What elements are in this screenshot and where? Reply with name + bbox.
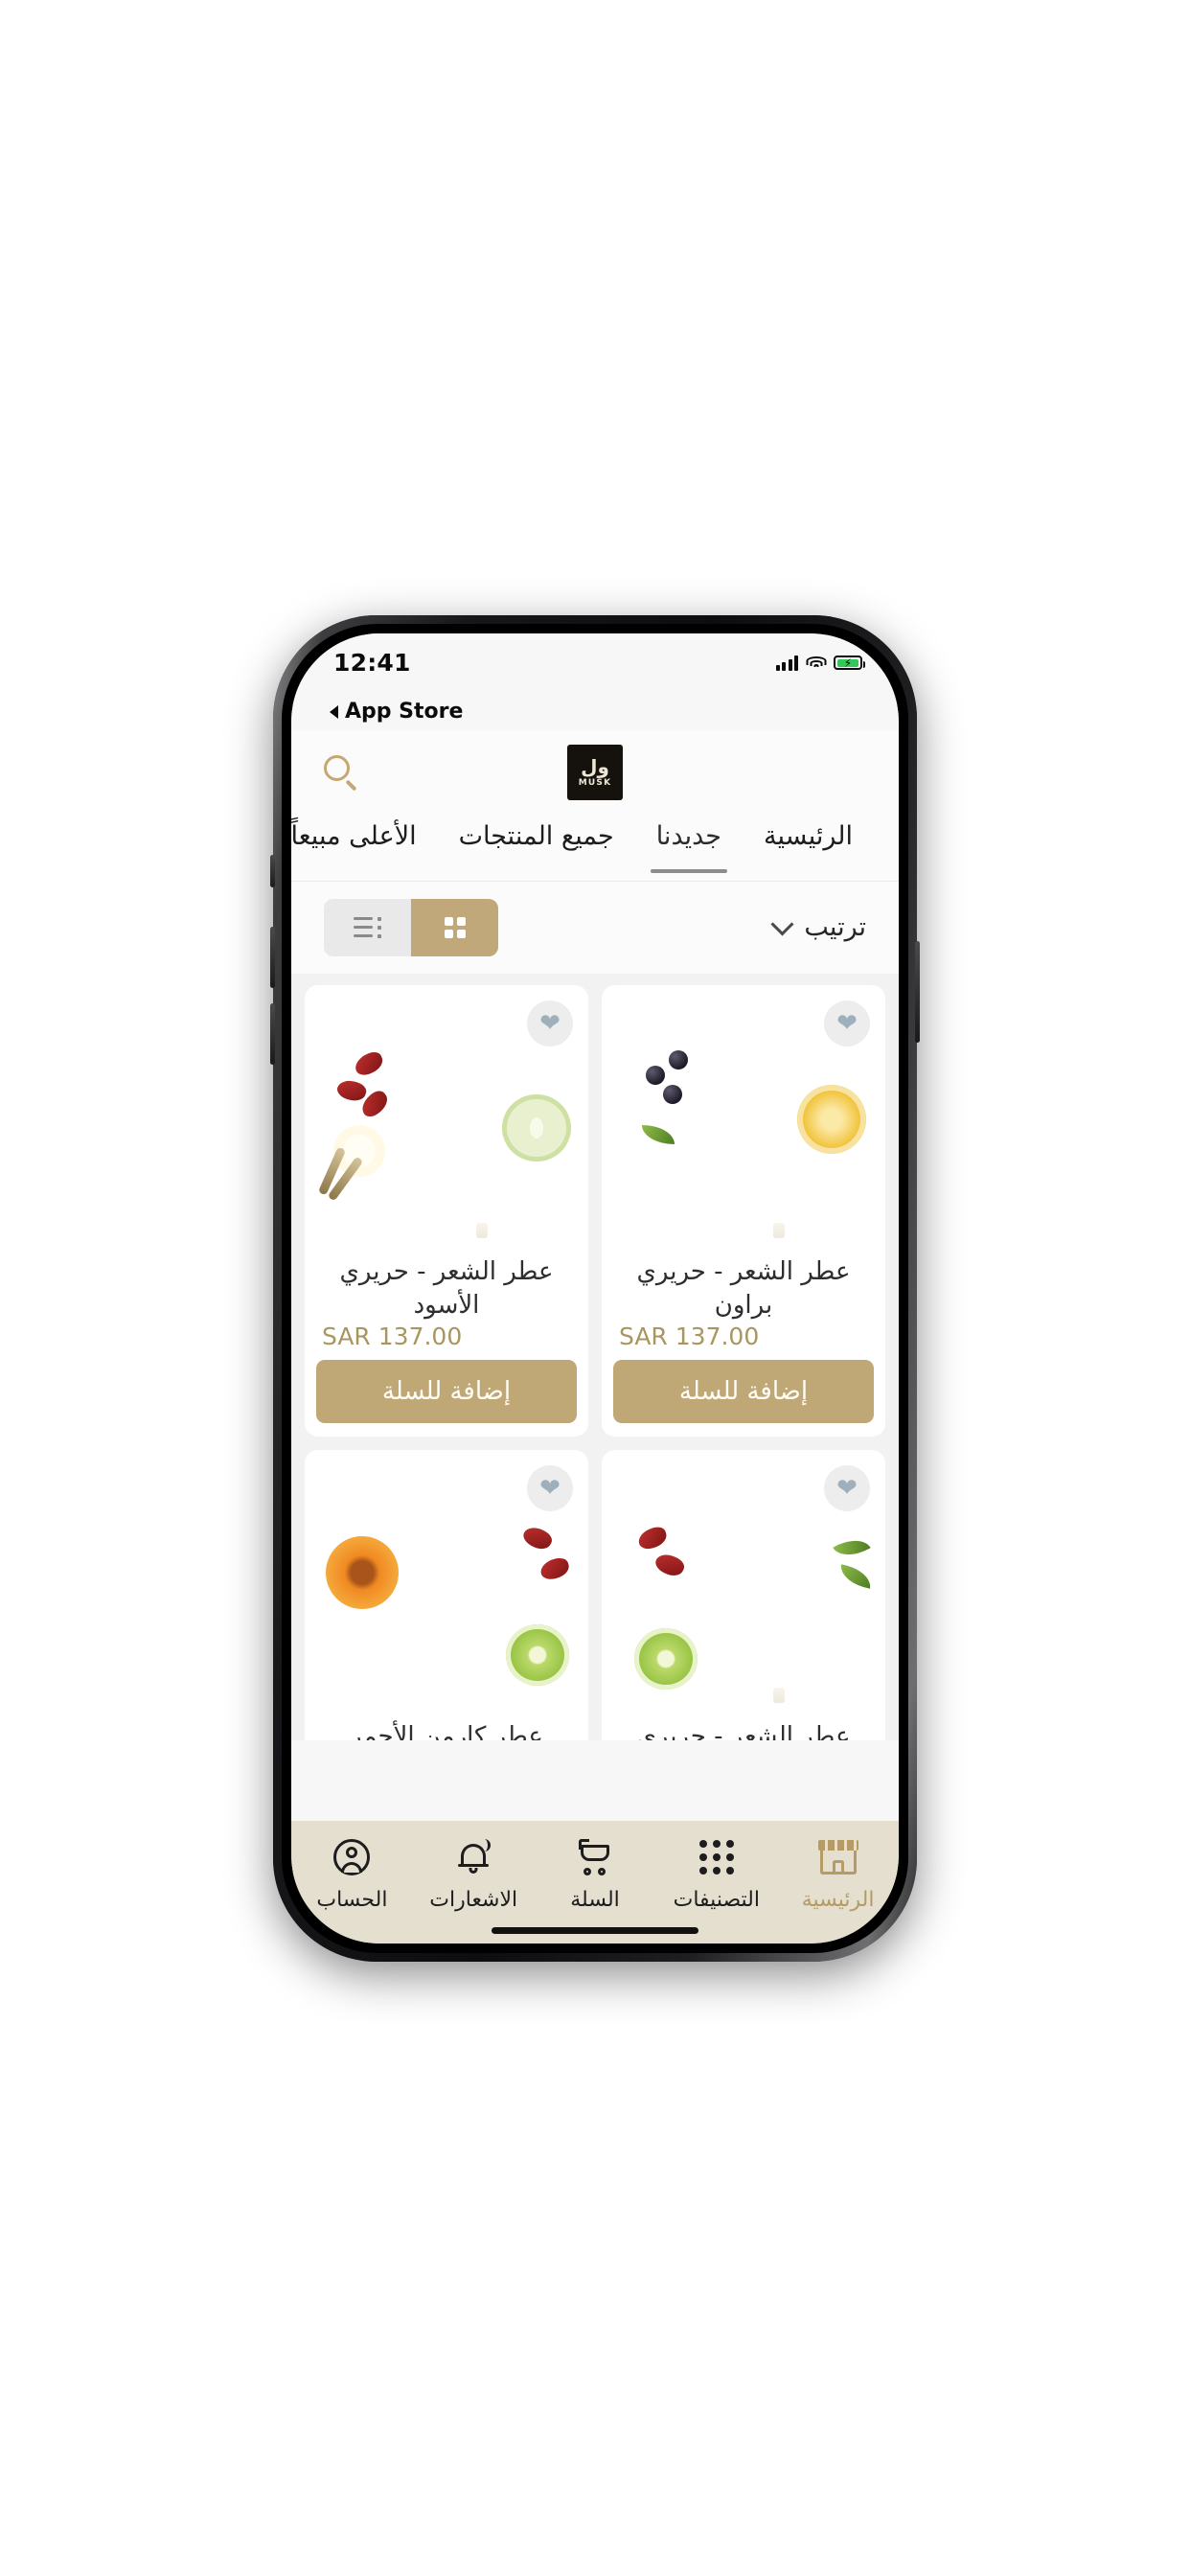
product-card[interactable]: ❤ عطر الشعر - حرير [602, 1449, 885, 1740]
sort-dropdown[interactable]: ترتيب [770, 912, 866, 942]
back-to-app-store[interactable]: App Store [291, 692, 899, 731]
screenshot-stage: 12:41 ⚡ App Store ول MUSK الرئيسية جديدن… [0, 0, 1190, 2576]
categories-grid-icon [698, 1836, 734, 1878]
bottom-navigation-bar: الرئيسية التصنيفات السلة الاشعارات الحسا… [291, 1820, 899, 1944]
back-label: App Store [345, 700, 464, 724]
nav-item-label: الاشعارات [429, 1887, 518, 1912]
product-list-scroll[interactable]: ❤ عطر الشعر - حريري براون SAR 137.00 إضا… [291, 973, 899, 1740]
product-card[interactable]: ❤ عطر الشعر - حريري الأسود SAR 137.00 إض… [305, 984, 588, 1437]
status-bar: 12:41 ⚡ [291, 632, 899, 693]
status-bar-indicators: ⚡ [775, 655, 867, 671]
back-triangle-icon [330, 704, 338, 719]
grid-view-button[interactable] [411, 898, 498, 956]
product-title: عطر الشعر - حريري الأسود [339, 1256, 554, 1320]
list-view-icon [354, 916, 381, 938]
sort-label: ترتيب [804, 912, 866, 942]
favorite-button[interactable]: ❤ [527, 1464, 573, 1511]
heart-icon: ❤ [539, 1008, 561, 1038]
nav-item-label: الرئيسية [801, 1887, 875, 1912]
product-title: عطر كارمن الأحمر [350, 1721, 543, 1740]
silent-switch[interactable] [270, 854, 275, 887]
product-title: عطر الشعر - حريري الأزرق [636, 1721, 851, 1740]
phone-frame: 12:41 ⚡ App Store ول MUSK الرئيسية جديدن… [270, 614, 920, 1962]
favorite-button[interactable]: ❤ [824, 1464, 870, 1511]
logo-wordmark: MUSK [578, 777, 612, 788]
product-price: SAR 137.00 [619, 1322, 760, 1350]
tab-label: الأعلى مبيعاً [291, 820, 417, 851]
search-icon[interactable] [320, 751, 362, 794]
nav-item-account[interactable]: الحساب [296, 1836, 407, 1912]
power-button[interactable] [915, 940, 920, 1043]
heart-icon: ❤ [836, 1473, 858, 1503]
tab-all-products[interactable]: جميع المنتجات [438, 814, 635, 881]
user-account-icon [333, 1836, 371, 1878]
tab-label: جديدنا [655, 820, 721, 851]
product-grid: ❤ عطر الشعر - حريري براون SAR 137.00 إضا… [305, 984, 885, 1740]
phone-bezel: 12:41 ⚡ App Store ول MUSK الرئيسية جديدن… [282, 623, 908, 1953]
product-card[interactable]: ❤ عطر الشعر - حرير [602, 984, 885, 1437]
tab-label: الرئيسية [764, 820, 853, 851]
nav-item-categories[interactable]: التصنيفات [661, 1836, 772, 1912]
home-indicator[interactable] [492, 1926, 698, 1934]
view-mode-toggle[interactable] [324, 898, 498, 956]
nav-item-label: السلة [570, 1887, 620, 1912]
nav-item-label: الحساب [316, 1887, 388, 1912]
volume-down-button[interactable] [270, 1002, 275, 1065]
product-title: عطر الشعر - حريري براون [636, 1256, 851, 1320]
tab-new-arrivals[interactable]: جديدنا [635, 814, 743, 881]
tab-home[interactable]: الرئيسية [743, 814, 874, 881]
shopping-cart-icon [577, 1836, 613, 1878]
logo-mark: ول [581, 754, 610, 778]
brand-logo[interactable]: ول MUSK [567, 744, 623, 800]
chevron-down-icon [770, 912, 794, 936]
nav-item-cart[interactable]: السلة [539, 1836, 651, 1912]
nav-item-home[interactable]: الرئيسية [783, 1836, 894, 1912]
app-header: ول MUSK [291, 730, 899, 814]
product-card[interactable]: ❤ عطر كارمن الأحمر SA [305, 1449, 588, 1740]
add-to-cart-button[interactable]: إضافة للسلة [316, 1359, 577, 1423]
bell-icon [457, 1836, 492, 1878]
favorite-button[interactable]: ❤ [527, 1000, 573, 1046]
list-toolbar: ترتيب [291, 881, 899, 974]
nav-item-notifications[interactable]: الاشعارات [418, 1836, 529, 1912]
tab-best-sellers[interactable]: الأعلى مبيعاً [291, 814, 438, 881]
heart-icon: ❤ [836, 1008, 858, 1038]
add-to-cart-button[interactable]: إضافة للسلة [613, 1359, 874, 1423]
favorite-button[interactable]: ❤ [824, 1000, 870, 1046]
storefront-icon [817, 1836, 858, 1878]
battery-charging-icon: ⚡ [834, 656, 865, 670]
wifi-icon [806, 656, 826, 671]
tab-label: جميع المنتجات [458, 820, 614, 851]
grid-view-icon [444, 916, 466, 938]
cellular-bars-icon [775, 655, 798, 671]
list-view-button[interactable] [324, 899, 411, 956]
heart-icon: ❤ [539, 1473, 561, 1503]
volume-up-button[interactable] [270, 926, 275, 988]
nav-item-label: التصنيفات [673, 1887, 760, 1912]
product-price: SAR 137.00 [322, 1322, 463, 1350]
phone-screen: 12:41 ⚡ App Store ول MUSK الرئيسية جديدن… [291, 632, 899, 1944]
category-tab-bar[interactable]: الرئيسية جديدنا جميع المنتجات الأعلى مبي… [291, 813, 899, 881]
status-bar-time: 12:41 [333, 649, 411, 677]
